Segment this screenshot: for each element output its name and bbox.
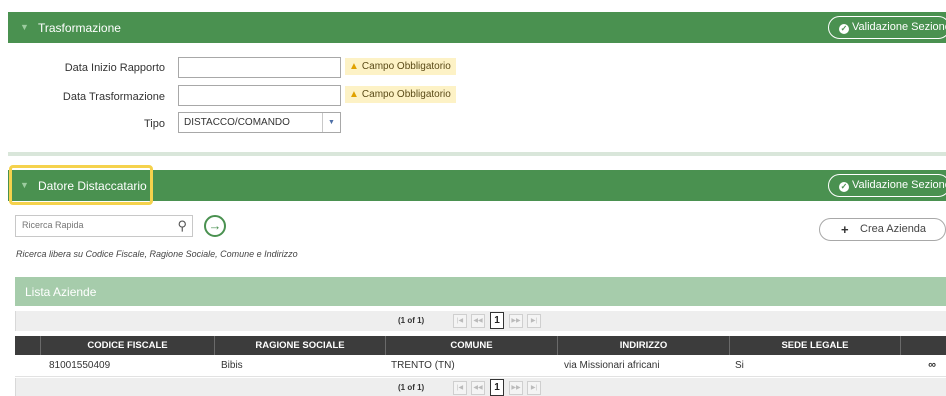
warning-text: Campo Obbligatorio [361,89,451,100]
column-header-sede-legale[interactable]: SEDE LEGALE [729,336,900,355]
data-inizio-input[interactable] [178,57,341,78]
first-page-icon[interactable]: |◀ [453,381,467,395]
validate-label: Validazione Sezione [852,21,946,33]
cell-ragione-sociale: Bibis [221,360,243,371]
link-icon[interactable]: ∞ [928,359,936,371]
search-icon[interactable]: ⚲ [177,218,187,234]
tipo-label: Tipo [144,118,165,130]
collapse-toggle-icon[interactable]: ▼ [20,22,29,32]
prev-page-icon[interactable]: ◀◀ [471,381,485,395]
page-count: (1 of 1) [398,316,425,325]
warning-triangle-icon: ▲ [349,89,359,100]
search-hint: Ricerca libera su Codice Fiscale, Ragion… [16,249,298,259]
highlight-frame [9,165,153,205]
validate-label: Validazione Sezione [852,179,946,191]
check-circle-icon: ✓ [839,182,849,192]
crea-azienda-button[interactable]: + Crea Azienda [819,218,946,241]
section-header-trasformazione[interactable]: ▼ Trasformazione ✓ Validazione Sezione [8,12,946,43]
page-number[interactable]: 1 [490,379,504,396]
column-header-ragione-sociale[interactable]: RAGIONE SOCIALE [214,336,385,355]
prev-page-icon[interactable]: ◀◀ [471,314,485,328]
section-divider [8,152,946,156]
tipo-select[interactable]: DISTACCO/COMANDO ▼ [178,112,341,133]
lista-title: Lista Aziende [25,285,97,299]
search-input[interactable] [22,220,162,230]
plus-icon: + [841,222,849,237]
warning-text: Campo Obbligatorio [361,61,451,72]
column-header-codice-fiscale[interactable]: CODICE FISCALE [40,336,214,355]
data-trasformazione-warning: ▲ Campo Obbligatorio [345,86,456,103]
column-header-indirizzo[interactable]: INDIRIZZO [557,336,729,355]
page-count: (1 of 1) [398,383,425,392]
cell-comune: TRENTO (TN) [391,360,455,371]
next-page-icon[interactable]: ▶▶ [509,381,523,395]
arrow-right-icon: → [208,218,222,233]
cell-codice-fiscale: 81001550409 [49,360,111,371]
tipo-value: DISTACCO/COMANDO [184,117,290,128]
data-inizio-warning: ▲ Campo Obbligatorio [345,58,456,75]
column-header-comune[interactable]: COMUNE [385,336,557,355]
quick-search-field[interactable]: ⚲ [15,215,193,237]
validate-section-button[interactable]: ✓ Validazione Sezione [828,16,946,39]
paginator-bottom: (1 of 1) |◀ ◀◀ 1 ▶▶ ▶| [15,378,946,396]
last-page-icon[interactable]: ▶| [527,381,541,395]
search-go-button[interactable]: → [204,215,226,237]
column-header-actions [900,336,946,355]
crea-azienda-label: Crea Azienda [860,223,927,235]
data-inizio-label: Data Inizio Rapporto [64,62,165,74]
paginator-top: (1 of 1) |◀ ◀◀ 1 ▶▶ ▶| [15,311,946,331]
last-page-icon[interactable]: ▶| [527,314,541,328]
first-page-icon[interactable]: |◀ [453,314,467,328]
warning-triangle-icon: ▲ [349,61,359,72]
data-trasformazione-label: Data Trasformazione [62,91,165,103]
check-circle-icon: ✓ [839,24,849,34]
chevron-down-icon[interactable]: ▼ [322,113,340,132]
next-page-icon[interactable]: ▶▶ [509,314,523,328]
lista-aziende-header: Lista Aziende [15,277,946,306]
table-header: CODICE FISCALE RAGIONE SOCIALE COMUNE IN… [15,336,946,355]
cell-indirizzo: via Missionari africani [564,360,660,371]
validate-section-button[interactable]: ✓ Validazione Sezione [828,174,946,197]
page-number[interactable]: 1 [490,312,504,329]
table-row[interactable]: 81001550409 Bibis TRENTO (TN) via Missio… [15,355,946,377]
column-header-empty [15,336,40,355]
section-title: Trasformazione [38,21,121,35]
data-trasformazione-input[interactable] [178,85,341,106]
cell-sede-legale: Si [735,360,744,371]
